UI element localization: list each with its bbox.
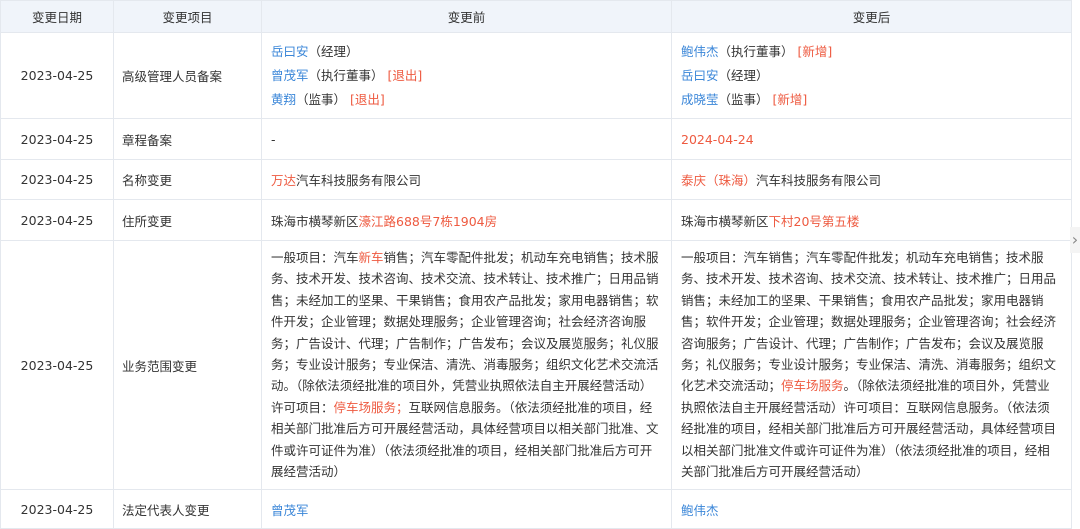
- change-date: 2023-04-25: [0, 118, 114, 160]
- table-header-row: 变更日期 变更项目 变更前 变更后: [0, 0, 1072, 33]
- highlight-text: 停车场服务: [781, 378, 844, 394]
- before-cell: -: [261, 118, 672, 160]
- person-link[interactable]: 曾茂军: [271, 68, 309, 83]
- person-link[interactable]: 岳曰安: [271, 44, 309, 59]
- before-cell: 万达汽车科技服务有限公司: [261, 159, 672, 200]
- change-item: 法定代表人变更: [113, 489, 262, 529]
- before-cell: 一般项目：汽车新车销售；汽车零配件批发；机动车充电销售；技术服务、技术开发、技术…: [261, 239, 672, 491]
- plain-text: 。（除依法须经批准的项目外，凭营业执照依法自主开展经营活动）许可项目：互联网信息…: [681, 378, 1057, 480]
- change-date: 2023-04-25: [0, 199, 114, 241]
- new-tag: [新增]: [797, 43, 833, 59]
- header-change-item: 变更项目: [113, 0, 262, 33]
- person-entry: 成晓莹（监事） [新增]: [681, 88, 1062, 112]
- person-entry: 岳曰安（经理）: [271, 40, 662, 64]
- person-role: （监事）: [718, 91, 769, 107]
- person-link[interactable]: 鲍伟杰: [681, 503, 719, 518]
- plain-text: 一般项目：汽车销售；汽车零配件批发；机动车充电销售；技术服务、技术开发、技术咨询…: [681, 250, 1057, 394]
- person-entry: 鲍伟杰（执行董事） [新增]: [681, 40, 1062, 64]
- after-cell: 泰庆（珠海）汽车科技服务有限公司: [671, 159, 1072, 200]
- change-item: 名称变更: [113, 159, 262, 200]
- change-date: 2023-04-25: [0, 159, 114, 200]
- change-item: 章程备案: [113, 118, 262, 160]
- header-after: 变更后: [671, 0, 1072, 33]
- change-date: 2023-04-25: [0, 239, 114, 491]
- highlight-text: 濠江路688号7栋1904房: [358, 213, 498, 229]
- business-scope-after: 一般项目：汽车销售；汽车零配件批发；机动车充电销售；技术服务、技术开发、技术咨询…: [681, 241, 1062, 489]
- highlight-text: 万达: [271, 173, 297, 188]
- highlight-text: 泰庆（珠海）: [681, 173, 757, 188]
- table-row: 2023-04-25 高级管理人员备案 岳曰安（经理） 曾茂军（执行董事） [退出…: [0, 32, 1072, 119]
- person-link[interactable]: 成晓莹: [681, 92, 719, 107]
- plain-text: 一般项目：汽车: [271, 250, 359, 265]
- before-cell: 曾茂军: [261, 489, 672, 529]
- plain-text: 珠海市横琴新区: [271, 213, 359, 229]
- after-cell: 鲍伟杰（执行董事） [新增] 岳曰安（经理） 成晓莹（监事） [新增]: [671, 32, 1072, 119]
- person-link[interactable]: 鲍伟杰: [681, 44, 719, 59]
- person-entry: 黄翔（监事） [退出]: [271, 88, 662, 112]
- after-cell: 一般项目：汽车销售；汽车零配件批发；机动车充电销售；技术服务、技术开发、技术咨询…: [671, 239, 1072, 491]
- exit-tag: [退出]: [350, 91, 385, 107]
- table-row: 2023-04-25 法定代表人变更 曾茂军 鲍伟杰: [0, 489, 1072, 529]
- person-link[interactable]: 黄翔: [271, 92, 296, 107]
- highlight-text: 新车: [358, 250, 384, 265]
- person-role: （经理）: [308, 43, 359, 59]
- table-row: 2023-04-25 名称变更 万达汽车科技服务有限公司 泰庆（珠海）汽车科技服…: [0, 159, 1072, 200]
- highlight-text: 停车场服务；: [333, 399, 409, 415]
- after-cell: 2024-04-24: [671, 118, 1072, 160]
- after-cell: 珠海市横琴新区下村20号第五楼: [671, 199, 1072, 241]
- person-role: （经理）: [718, 67, 769, 83]
- plain-text: 汽车科技服务有限公司: [296, 173, 422, 188]
- table-row: 2023-04-25 章程备案 - 2024-04-24: [0, 118, 1072, 160]
- change-item: 业务范围变更: [113, 239, 262, 491]
- change-record-table: 变更日期 变更项目 变更前 变更后 2023-04-25 高级管理人员备案 岳曰…: [0, 0, 1072, 529]
- person-entry: 岳曰安（经理）: [681, 64, 1062, 88]
- table-row: 2023-04-25 业务范围变更 一般项目：汽车新车销售；汽车零配件批发；机动…: [0, 239, 1072, 491]
- plain-text: 销售；汽车零配件批发；机动车充电销售；技术服务、技术开发、技术咨询、技术交流、技…: [271, 250, 659, 415]
- plain-text: 汽车科技服务有限公司: [756, 173, 882, 188]
- person-link[interactable]: 曾茂军: [271, 503, 309, 518]
- change-item: 住所变更: [113, 199, 262, 241]
- header-before: 变更前: [261, 0, 672, 33]
- business-scope-before: 一般项目：汽车新车销售；汽车零配件批发；机动车充电销售；技术服务、技术开发、技术…: [271, 241, 662, 489]
- person-entry: 曾茂军（执行董事） [退出]: [271, 64, 662, 88]
- chevron-right-icon[interactable]: ›: [1070, 227, 1080, 253]
- plain-text: 珠海市横琴新区: [681, 213, 769, 229]
- change-item: 高级管理人员备案: [113, 32, 262, 119]
- change-date: 2023-04-25: [0, 489, 114, 529]
- person-role: （执行董事）: [718, 43, 794, 59]
- before-cell: 珠海市横琴新区濠江路688号7栋1904房: [261, 199, 672, 241]
- person-link[interactable]: 岳曰安: [681, 68, 719, 83]
- highlight-text: 下村20号第五楼: [768, 213, 860, 229]
- after-cell: 鲍伟杰: [671, 489, 1072, 529]
- change-date: 2023-04-25: [0, 32, 114, 119]
- header-change-date: 变更日期: [0, 0, 114, 33]
- new-tag: [新增]: [772, 91, 808, 107]
- person-role: （监事）: [296, 91, 347, 107]
- before-cell: 岳曰安（经理） 曾茂军（执行董事） [退出] 黄翔（监事） [退出]: [261, 32, 672, 119]
- exit-tag: [退出]: [387, 67, 423, 83]
- table-row: 2023-04-25 住所变更 珠海市横琴新区濠江路688号7栋1904房 珠海…: [0, 199, 1072, 241]
- person-role: （执行董事）: [308, 67, 384, 83]
